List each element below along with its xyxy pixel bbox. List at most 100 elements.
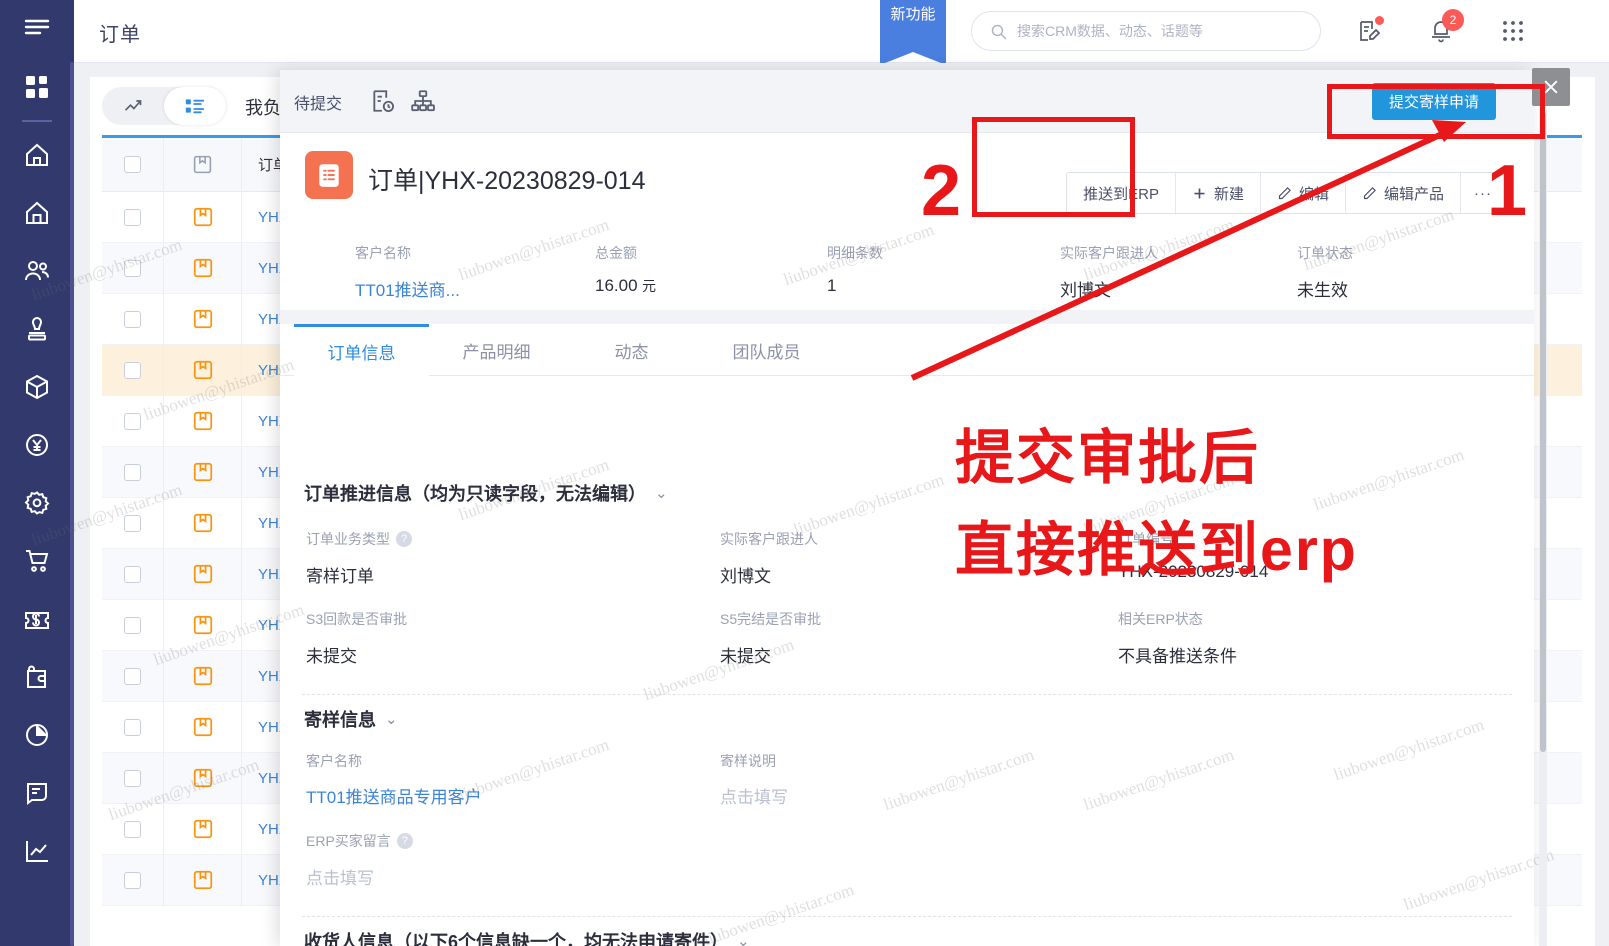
rail-item-apps-grid[interactable] [0, 58, 74, 116]
new-button-label: 新建 [1213, 185, 1244, 203]
submit-sample-request-button[interactable]: 提交寄样申请 [1371, 83, 1496, 120]
new-feature-ribbon[interactable]: 新功能 [880, 0, 946, 65]
select-all-cell[interactable] [102, 137, 164, 192]
row-checkbox[interactable] [124, 412, 141, 430]
push-to-erp-button[interactable]: 推送到ERP [1067, 173, 1176, 213]
rail-item-ticket-money[interactable] [0, 590, 74, 648]
row-select-cell[interactable] [102, 394, 164, 448]
bell-icon[interactable]: 2 [1424, 9, 1464, 48]
help-icon[interactable]: ? [396, 531, 412, 547]
field-value[interactable]: 点击填写 [720, 783, 788, 808]
help-icon[interactable]: ? [396, 833, 413, 849]
tab-0[interactable]: 订单信息 [294, 324, 429, 376]
close-panel-button[interactable] [1532, 68, 1570, 106]
row-select-cell[interactable] [102, 445, 164, 499]
row-select-cell[interactable] [102, 241, 164, 295]
rail-item-gear[interactable] [0, 474, 74, 532]
list-view-icon[interactable] [164, 87, 226, 125]
rail-item-menu[interactable] [0, 0, 74, 58]
stamp-icon [28, 316, 46, 341]
tab-label: 产品明细 [462, 342, 531, 362]
summary-field-value: 刘博文 [1060, 281, 1111, 300]
field-label: 寄样说明 [720, 751, 776, 771]
row-checkbox[interactable] [124, 718, 141, 736]
rail-item-home[interactable] [0, 126, 74, 184]
field-label: 订单业务类型? [306, 529, 412, 549]
row-checkbox[interactable] [124, 208, 141, 226]
field-label-text: 实际客户跟进人 [720, 531, 818, 547]
field-value: 不具备推送条件 [1118, 647, 1237, 666]
row-checkbox[interactable] [124, 310, 141, 328]
chevron-down-icon[interactable]: ⌄ [385, 710, 398, 728]
edit-product-label: 编辑产品 [1383, 185, 1444, 203]
row-select-cell[interactable] [102, 853, 164, 907]
row-select-cell[interactable] [102, 598, 164, 652]
field-label: 订单编号 [1118, 529, 1174, 549]
summary-field: 明细条数 1 [827, 243, 883, 296]
rail-item-wallet[interactable] [0, 648, 74, 706]
flow-history-icon[interactable] [370, 88, 398, 116]
row-checkbox[interactable] [124, 871, 141, 889]
detail-form-body: 订单推进信息（均为只读字段，无法编辑） ⌄ 订单业务类型? 寄样订单 实际客户跟进人 刘博… [280, 376, 1534, 946]
order-box-icon [193, 819, 212, 839]
rail-item-cart[interactable] [0, 532, 74, 590]
search-input[interactable]: 搜索CRM数据、动态、话题等 [971, 11, 1321, 51]
row-checkbox[interactable] [124, 820, 141, 838]
rail-item-users[interactable] [0, 242, 74, 300]
new-button[interactable]: 新建 [1176, 173, 1261, 213]
row-select-cell[interactable] [102, 292, 164, 346]
field-label-text: 客户名称 [306, 753, 362, 769]
panel-scroll-thumb[interactable] [1540, 112, 1546, 752]
tab-1[interactable]: 产品明细 [429, 324, 564, 376]
rail-item-line-chart[interactable] [0, 822, 74, 880]
row-select-cell[interactable] [102, 547, 164, 601]
edit-button[interactable]: 编辑 [1261, 173, 1346, 213]
rail-item-box[interactable] [0, 358, 74, 416]
rail-item-house[interactable] [0, 184, 74, 242]
row-icon-cell [164, 343, 242, 397]
more-actions-button[interactable]: ··· [1461, 173, 1505, 213]
section-header: 收货人信息（以下6个信息缺一个，均无法申请寄件） ⌄ [304, 928, 750, 946]
row-select-cell[interactable] [102, 751, 164, 805]
tab-label: 动态 [614, 342, 649, 362]
row-select-cell[interactable] [102, 802, 164, 856]
rail-item-stamp[interactable] [0, 300, 74, 358]
field-label-text: 订单业务类型 [306, 531, 390, 547]
row-select-cell[interactable] [102, 649, 164, 703]
notification-dot [1375, 16, 1384, 25]
clipboard-list-icon [305, 151, 353, 199]
chevron-down-icon[interactable]: ⌄ [737, 932, 750, 946]
app-grid-icon[interactable] [1496, 14, 1530, 48]
field-label-text: S5完结是否审批 [720, 611, 822, 627]
edit-product-button[interactable]: 编辑产品 [1346, 173, 1461, 213]
row-checkbox[interactable] [124, 667, 141, 685]
row-select-cell[interactable] [102, 496, 164, 550]
chart-view-icon[interactable] [102, 87, 164, 125]
row-select-cell[interactable] [102, 190, 164, 244]
row-checkbox[interactable] [124, 616, 141, 634]
section-title: 收货人信息（以下6个信息缺一个，均无法申请寄件） [304, 932, 729, 946]
summary-field: 总金额 16.00 元 [595, 243, 656, 296]
row-checkbox[interactable] [124, 259, 141, 277]
tab-3[interactable]: 团队成员 [699, 324, 834, 376]
rail-item-yuan-circle[interactable] [0, 416, 74, 474]
view-switch[interactable] [102, 87, 226, 125]
org-tree-icon[interactable] [410, 88, 438, 116]
chevron-down-icon[interactable]: ⌄ [655, 484, 668, 502]
compose-note-icon[interactable] [1352, 14, 1386, 48]
row-select-cell[interactable] [102, 700, 164, 754]
tab-2[interactable]: 动态 [564, 324, 699, 376]
select-all-checkbox[interactable] [124, 156, 141, 173]
field-value[interactable]: TT01推送商品专用客户 [306, 783, 482, 808]
row-checkbox[interactable] [124, 463, 141, 481]
field-value[interactable]: 点击填写 [306, 864, 374, 889]
rail-item-document-list[interactable] [0, 764, 74, 822]
row-checkbox[interactable] [124, 565, 141, 583]
rail-item-pie-chart[interactable] [0, 706, 74, 764]
row-select-cell[interactable] [102, 343, 164, 397]
row-checkbox[interactable] [124, 514, 141, 532]
row-checkbox[interactable] [124, 769, 141, 787]
summary-field-value-wrap[interactable]: TT01推送商... [355, 276, 460, 301]
field-label: 客户名称 [306, 751, 362, 771]
row-checkbox[interactable] [124, 361, 141, 379]
